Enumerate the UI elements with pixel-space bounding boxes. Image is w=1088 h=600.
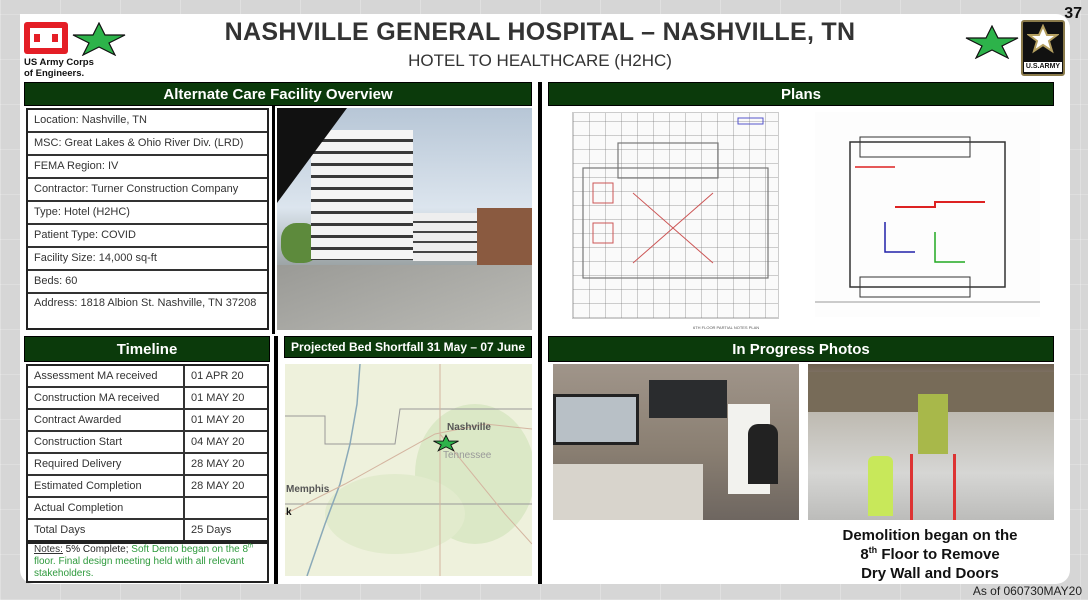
notes-update-text: floor. Final design meeting held with al… (34, 556, 245, 579)
timeline-row: Contract Awarded 01 MAY 20 (28, 410, 267, 432)
timeline-value: 04 MAY 20 (191, 436, 245, 448)
floor-plan-left: 6TH FLOOR PARTIAL NOTES PLAN (572, 112, 779, 330)
timeline-value: 01 MAY 20 (191, 414, 245, 426)
green-star-icon (965, 25, 1019, 59)
timeline-row: Construction Start 04 MAY 20 (28, 432, 267, 454)
timeline-notes: Notes: 5% Complete; Soft Demo began on t… (26, 540, 269, 583)
plans-heading: Plans (548, 82, 1054, 106)
timeline-row: Actual Completion (28, 498, 267, 520)
caption-line: Demolition began on the (842, 527, 1018, 544)
plan-caption: 6TH FLOOR PARTIAL NOTES PLAN (693, 325, 760, 330)
timeline-label: Assessment MA received (28, 366, 185, 386)
timeline-value: 01 MAY 20 (191, 392, 245, 404)
caption-number: 8 (860, 546, 869, 563)
notes-label: Notes: (34, 544, 63, 555)
usace-castle-logo (24, 22, 68, 54)
info-fema-region: FEMA Region: IV (28, 156, 267, 179)
info-location: Location: Nashville, TN (28, 110, 267, 133)
timeline-row: Assessment MA received 01 APR 20 (28, 366, 267, 388)
notes-progress: 5% Complete; (62, 544, 132, 555)
map-heading: Projected Bed Shortfall 31 May – 07 June (284, 336, 532, 358)
castle-icon (30, 28, 62, 48)
tennessee-map: Nashville Tennessee Memphis k (285, 364, 532, 576)
section-divider (272, 106, 275, 334)
green-star-icon (72, 22, 126, 56)
us-army-logo: U.S.ARMY (1021, 20, 1065, 76)
meeting-photo (553, 364, 799, 520)
timeline-label: Contract Awarded (28, 410, 185, 430)
timeline-label: Required Delivery (28, 454, 185, 474)
timeline-label: Estimated Completion (28, 476, 185, 496)
timeline-value: 28 MAY 20 (191, 458, 245, 470)
map-background (285, 364, 532, 576)
timeline-value: 01 APR 20 (191, 370, 244, 382)
timeline-table: Assessment MA received 01 APR 20 Construc… (26, 364, 269, 544)
timeline-heading: Timeline (24, 336, 270, 362)
timeline-value (185, 498, 267, 518)
usace-text-line1: US Army Corps (24, 57, 94, 68)
floor-plan-drawing (582, 117, 769, 279)
info-facility-size: Facility Size: 14,000 sq-ft (28, 248, 267, 271)
hospital-building-photo (277, 108, 532, 330)
info-msc: MSC: Great Lakes & Ohio River Div. (LRD) (28, 133, 267, 156)
timeline-label: Actual Completion (28, 498, 185, 518)
page-title: NASHVILLE GENERAL HOSPITAL – NASHVILLE, … (224, 18, 856, 46)
section-divider (538, 82, 542, 584)
timeline-label: Construction Start (28, 432, 185, 452)
info-type: Type: Hotel (H2HC) (28, 202, 267, 225)
notes-update-text: Soft Demo began on the 8 (131, 544, 249, 555)
usace-logo-text: US Army Corps of Engineers. (24, 57, 94, 79)
facility-info-table: Location: Nashville, TN MSC: Great Lakes… (26, 108, 269, 330)
demolition-photo (808, 364, 1054, 520)
page-subtitle: HOTEL TO HEALTHCARE (H2HC) (408, 51, 672, 70)
photos-heading: In Progress Photos (548, 336, 1054, 362)
photo-caption: Demolition began on the 8th Floor to Rem… (808, 526, 1052, 583)
timeline-row: Construction MA received 01 MAY 20 (28, 388, 267, 410)
timeline-label: Construction MA received (28, 388, 185, 408)
usace-text-line2: of Engineers. (24, 68, 85, 79)
army-star-icon (1027, 24, 1059, 54)
timeline-value: 28 MAY 20 (191, 480, 245, 492)
timeline-row: Total Days 25 Days (28, 520, 267, 542)
caption-line: Dry Wall and Doors (861, 565, 999, 582)
info-patient-type: Patient Type: COVID (28, 225, 267, 248)
map-label-memphis: Memphis (286, 484, 330, 495)
notes-update-sup: th (248, 543, 254, 550)
timeline-row: Required Delivery 28 MAY 20 (28, 454, 267, 476)
nashville-location-star-icon (433, 434, 459, 452)
timeline-value: 25 Days (191, 524, 232, 536)
info-address: Address: 1818 Albion St. Nashville, TN 3… (34, 297, 257, 309)
overview-heading: Alternate Care Facility Overview (24, 82, 532, 106)
floor-plan-drawing (815, 136, 1040, 303)
timeline-label: Total Days (28, 520, 185, 542)
floor-plan-right (815, 112, 1040, 317)
caption-text: Floor to Remove (877, 546, 1000, 563)
caption-sup: th (868, 545, 878, 555)
info-beds: Beds: 60 (28, 271, 267, 294)
caption-line: 8th Floor to Remove (808, 545, 1052, 564)
section-divider (274, 336, 278, 584)
as-of-timestamp: As of 060730MAY20 (972, 584, 1082, 598)
map-label-edge: k (286, 507, 292, 518)
us-army-logo-text: U.S.ARMY (1024, 62, 1062, 72)
info-contractor: Contractor: Turner Construction Company (28, 179, 267, 202)
timeline-row: Estimated Completion 28 MAY 20 (28, 476, 267, 498)
